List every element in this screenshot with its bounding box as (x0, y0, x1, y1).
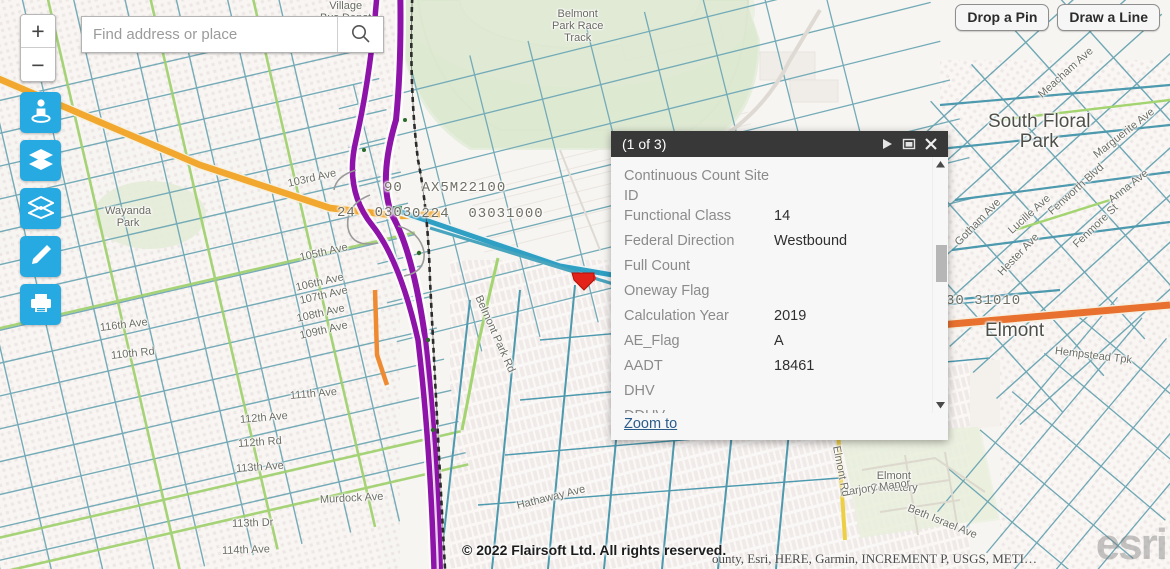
pencil-icon (29, 243, 53, 270)
attribute-name: Federal Direction (624, 233, 735, 249)
attribute-row: DHV (624, 381, 932, 406)
zoom-to-link[interactable]: Zoom to (624, 416, 677, 432)
attribute-row: Federal Direction Westbound (624, 231, 932, 256)
attribute-name: DHV (624, 383, 655, 399)
zoom-out-button[interactable]: − (21, 48, 55, 81)
close-icon[interactable] (920, 133, 942, 155)
operational-layers-tool[interactable] (20, 188, 61, 229)
maximize-icon[interactable] (898, 133, 920, 155)
selected-feature-marker[interactable] (570, 270, 598, 292)
map-tool-palette[interactable] (20, 92, 61, 325)
scroll-down-arrow[interactable] (933, 398, 948, 413)
popup-scrollbar[interactable] (932, 157, 948, 413)
attribute-row: Calculation Year 2019 (624, 306, 932, 331)
attribute-row: AE_Flag A (624, 331, 932, 356)
attribute-row: Full Count (624, 256, 932, 281)
print-tool[interactable] (20, 284, 61, 325)
popup-title: (1 of 3) (622, 136, 667, 152)
map-attribution: ounty, Esri, HERE, Garmin, INCREMENT P, … (712, 551, 1037, 566)
attribute-value: Westbound (774, 233, 848, 249)
search-container[interactable] (81, 16, 384, 53)
scroll-up-arrow[interactable] (933, 157, 948, 172)
printer-icon (29, 292, 53, 317)
draw-measure-tool[interactable] (20, 236, 61, 277)
attribute-row: DDHV (624, 406, 932, 413)
attribute-row: AADT 18461 (624, 356, 932, 381)
search-icon (350, 23, 371, 47)
attribute-value: 2019 (774, 308, 807, 324)
layers-outline-icon (26, 195, 55, 222)
streetview-tool[interactable] (20, 92, 61, 133)
attribute-row: Functional Class 14 (624, 206, 932, 231)
scrollbar-track[interactable] (933, 172, 948, 398)
popup-footer: Zoom to (611, 413, 948, 440)
map-application: Village Bus DepotBelmont Park Race Track… (0, 0, 1170, 569)
scrollbar-thumb[interactable] (936, 245, 947, 282)
popup-header: (1 of 3) (611, 131, 948, 157)
basemap-layers-tool[interactable] (20, 140, 61, 181)
attribute-value: 18461 (774, 358, 815, 374)
zoom-in-button[interactable]: + (21, 15, 55, 48)
drop-a-pin-button[interactable]: Drop a Pin (955, 4, 1050, 31)
draw-a-line-button[interactable]: Draw a Line (1057, 4, 1160, 31)
attribute-name: Full Count (624, 258, 691, 274)
popup-body: Continuous Count Site ID Functional Class… (611, 157, 948, 413)
attribute-name: Calculation Year (624, 308, 729, 324)
attribute-value: 14 (774, 208, 791, 224)
next-feature-icon[interactable] (876, 133, 898, 155)
attribute-name: Continuous Count Site ID (624, 168, 770, 204)
attribute-value: A (774, 333, 784, 349)
layers-filled-icon (28, 147, 54, 174)
attribute-list: Continuous Count Site ID Functional Class… (611, 157, 932, 413)
map-canvas[interactable]: Village Bus DepotBelmont Park Race Track… (0, 0, 1170, 569)
feature-popup[interactable]: (1 of 3) Continuous Count Site ID Functio… (611, 131, 948, 440)
search-button[interactable] (337, 17, 383, 52)
search-input[interactable] (82, 17, 337, 52)
zoom-control[interactable]: + − (20, 14, 56, 82)
attribute-name: AE_Flag (624, 333, 680, 349)
attribute-row: Continuous Count Site ID (624, 166, 932, 206)
copyright-text: © 2022 Flairsoft Ltd. All rights reserve… (462, 542, 727, 558)
attribute-name: AADT (624, 358, 663, 374)
attribute-name: DDHV (624, 406, 774, 413)
attribute-name: Functional Class (624, 208, 732, 224)
map-action-buttons[interactable]: Drop a Pin Draw a Line (955, 4, 1160, 31)
attribute-name: Oneway Flag (624, 283, 710, 299)
person-pegman-icon (29, 98, 53, 127)
attribute-row: Oneway Flag (624, 281, 932, 306)
